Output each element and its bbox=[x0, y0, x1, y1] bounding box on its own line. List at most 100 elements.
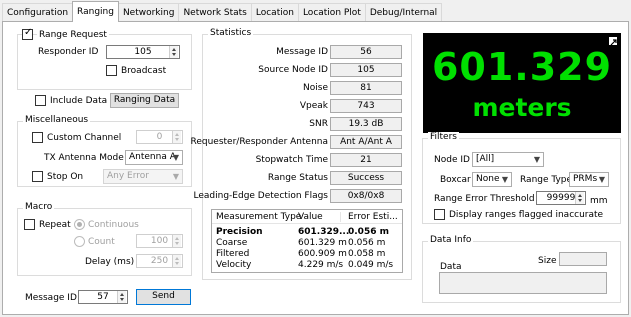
message-id-input[interactable]: 57 bbox=[78, 290, 128, 304]
col-divider bbox=[340, 212, 341, 222]
delay-input[interactable]: 250 bbox=[136, 254, 183, 268]
stop-on-select[interactable]: Any Error ▼ bbox=[103, 169, 183, 184]
responder-id-value: 105 bbox=[134, 47, 152, 57]
include-data-label: Include Data bbox=[50, 96, 108, 106]
tab-ranging[interactable]: Ranging bbox=[72, 1, 119, 22]
stat-snr-label: SNR bbox=[309, 119, 328, 129]
col-value[interactable]: Value bbox=[298, 211, 323, 223]
misc-title: Miscellaneous bbox=[23, 115, 91, 125]
tab-configuration[interactable]: Configuration bbox=[2, 3, 74, 22]
count-label: Count bbox=[88, 237, 115, 247]
tab-network-stats[interactable]: Network Stats bbox=[178, 3, 252, 22]
range-request-title: Range Request bbox=[37, 29, 109, 41]
table-row[interactable]: Coarse 601.329 m 0.056 m bbox=[212, 237, 402, 248]
count-radio[interactable] bbox=[74, 236, 85, 247]
col-measurement-type[interactable]: Measurement Type bbox=[216, 211, 301, 223]
range-unit: meters bbox=[472, 93, 572, 122]
table-row[interactable]: Precision 601.329... 0.056 m bbox=[212, 226, 402, 237]
custom-channel-input[interactable]: 0 bbox=[136, 130, 183, 144]
chevron-down-icon: ▼ bbox=[533, 155, 540, 164]
stat-stopwatch-value: 21 bbox=[330, 153, 402, 167]
range-error-unit: mm bbox=[590, 196, 608, 206]
stat-message-id-label: Message ID bbox=[276, 47, 328, 57]
tx-antenna-label: TX Antenna Mode bbox=[44, 153, 124, 163]
tab-debug-internal[interactable]: Debug/Internal bbox=[364, 3, 443, 22]
data-info-group: Data Info Data Size bbox=[422, 235, 621, 303]
message-id-label: Message ID bbox=[25, 293, 77, 303]
range-error-spinner[interactable] bbox=[575, 192, 584, 204]
ranging-panel: Range Request Responder ID 105 Broadcast… bbox=[2, 21, 629, 315]
count-spinner[interactable] bbox=[172, 235, 181, 247]
responder-id-input[interactable]: 105 bbox=[106, 45, 180, 59]
range-type-select[interactable]: PRMs ▼ bbox=[569, 172, 609, 187]
custom-channel-value: 0 bbox=[156, 132, 163, 142]
tab-networking[interactable]: Networking bbox=[117, 3, 180, 22]
delay-value: 250 bbox=[150, 256, 169, 266]
table-row[interactable]: Velocity 4.229 m/s 0.049 m/s bbox=[212, 259, 402, 270]
measurement-table[interactable]: Measurement Type Value Error Esti... Pre… bbox=[211, 209, 403, 273]
flagged-inaccurate-label: Display ranges flagged inaccurate bbox=[449, 210, 604, 220]
stat-noise-label: Noise bbox=[303, 83, 328, 93]
boxcar-label: Boxcar bbox=[440, 175, 471, 185]
table-row[interactable]: Filtered 600.909 m 0.058 m bbox=[212, 248, 402, 259]
stop-on-checkbox[interactable] bbox=[32, 171, 43, 182]
stat-snr-value: 19.3 dB bbox=[330, 117, 402, 131]
stat-range-status-value: Success bbox=[330, 171, 402, 185]
range-request-checkbox[interactable] bbox=[22, 27, 33, 40]
include-data-checkbox[interactable] bbox=[35, 95, 46, 106]
macro-group: Macro Repeat Continuous Count 100 Delay … bbox=[17, 202, 192, 276]
col-error-estimate[interactable]: Error Esti... bbox=[348, 211, 398, 223]
delay-label: Delay (ms) bbox=[85, 257, 135, 267]
range-error-threshold-label: Range Error Threshold bbox=[434, 194, 535, 204]
node-id-select[interactable]: [All] ▼ bbox=[472, 152, 544, 167]
stat-range-status-label: Range Status bbox=[267, 173, 328, 183]
ranging-data-button[interactable]: Ranging Data bbox=[110, 93, 179, 108]
table-header: Measurement Type Value Error Esti... bbox=[212, 210, 402, 224]
boxcar-value: None bbox=[476, 174, 500, 184]
filters-title: Filters bbox=[428, 132, 459, 142]
message-id-spinner[interactable] bbox=[117, 291, 126, 303]
stat-antenna-label: Requester/Responder Antenna bbox=[190, 137, 329, 147]
data-field bbox=[439, 272, 607, 294]
range-display: 601.329 meters bbox=[423, 33, 621, 133]
continuous-label: Continuous bbox=[88, 220, 139, 230]
custom-channel-spinner[interactable] bbox=[172, 131, 181, 143]
stat-led-flags-value: 0x8/0x8 bbox=[330, 189, 402, 203]
popout-icon[interactable] bbox=[609, 37, 617, 46]
size-label: Size bbox=[538, 256, 557, 266]
broadcast-checkbox[interactable] bbox=[106, 65, 117, 76]
tx-antenna-select[interactable]: Antenna A ▼ bbox=[125, 150, 183, 165]
size-field bbox=[559, 252, 607, 266]
range-error-threshold-input[interactable]: 99999 bbox=[536, 191, 586, 205]
cell-error: 0.049 m/s bbox=[348, 260, 394, 270]
send-button[interactable]: Send bbox=[136, 289, 191, 305]
data-info-title: Data Info bbox=[428, 235, 474, 245]
tab-bar: Configuration Ranging Networking Network… bbox=[2, 1, 443, 22]
cell-value: 4.229 m/s bbox=[298, 260, 344, 270]
count-input[interactable]: 100 bbox=[136, 234, 183, 248]
node-id-value: [All] bbox=[476, 154, 495, 164]
stat-source-node-label: Source Node ID bbox=[258, 65, 328, 75]
custom-channel-label: Custom Channel bbox=[47, 133, 122, 143]
stat-message-id-value: 56 bbox=[330, 45, 402, 59]
delay-spinner[interactable] bbox=[172, 255, 181, 267]
stat-labels: Message ID Source Node ID Noise Vpeak SN… bbox=[191, 43, 329, 213]
repeat-checkbox[interactable] bbox=[24, 219, 35, 230]
boxcar-select[interactable]: None ▼ bbox=[472, 172, 512, 187]
message-id-value: 57 bbox=[97, 292, 109, 302]
stop-on-value: Any Error bbox=[107, 171, 149, 181]
range-value: 601.329 bbox=[431, 45, 613, 89]
continuous-radio[interactable] bbox=[74, 219, 85, 230]
range-type-label: Range Type bbox=[520, 175, 573, 185]
tab-location[interactable]: Location bbox=[250, 3, 299, 22]
flagged-inaccurate-checkbox[interactable] bbox=[434, 209, 445, 220]
stat-vpeak-label: Vpeak bbox=[299, 101, 328, 111]
responder-id-label: Responder ID bbox=[38, 47, 99, 57]
custom-channel-checkbox[interactable] bbox=[32, 132, 43, 143]
range-request-group: Range Request Responder ID 105 Broadcast bbox=[17, 27, 192, 90]
stat-noise-value: 81 bbox=[330, 81, 402, 95]
tab-location-plot[interactable]: Location Plot bbox=[297, 3, 366, 22]
responder-id-spinner[interactable] bbox=[169, 46, 178, 58]
statistics-title: Statistics bbox=[208, 28, 254, 38]
chevron-down-icon: ▼ bbox=[172, 153, 179, 162]
